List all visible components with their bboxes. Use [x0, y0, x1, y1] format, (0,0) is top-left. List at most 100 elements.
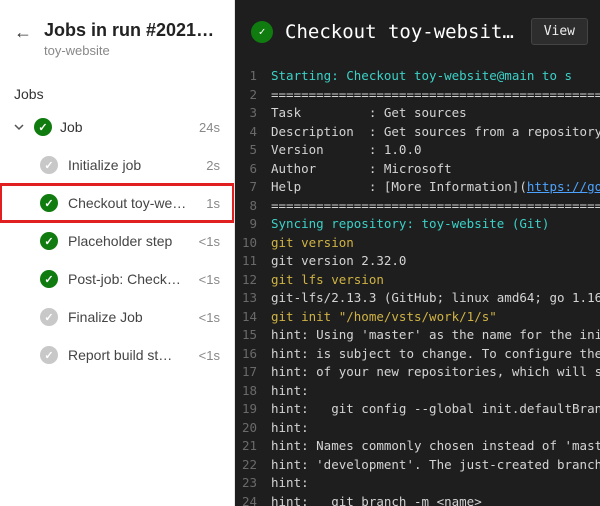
line-text: Starting: Checkout toy-website@main to s	[271, 67, 600, 86]
step-name: Post-job: Check…	[68, 271, 189, 287]
console-line: 12git lfs version	[235, 271, 600, 290]
line-text: hint: Using 'master' as the name for the…	[271, 326, 600, 345]
console-line: 19hint: git config --global init.default…	[235, 400, 600, 419]
console-line: 6Author : Microsoft	[235, 160, 600, 179]
step-row[interactable]: Placeholder step<1s	[0, 222, 234, 260]
line-number: 18	[235, 382, 271, 401]
line-number: 7	[235, 178, 271, 197]
line-number: 24	[235, 493, 271, 506]
console-line: 23hint:	[235, 474, 600, 493]
line-number: 6	[235, 160, 271, 179]
line-text: git version 2.32.0	[271, 252, 600, 271]
line-text: Author : Microsoft	[271, 160, 600, 179]
console-line: 20hint:	[235, 419, 600, 438]
line-number: 2	[235, 86, 271, 105]
check-circle-icon	[40, 270, 58, 288]
console-line: 24hint: git branch -m <name>	[235, 493, 600, 506]
log-title: Checkout toy-website@…	[285, 21, 519, 43]
line-number: 1	[235, 67, 271, 86]
step-name: Placeholder step	[68, 233, 189, 249]
console-line: 9Syncing repository: toy-website (Git)	[235, 215, 600, 234]
line-text: hint: is subject to change. To configure…	[271, 345, 600, 364]
console-line: 5Version : 1.0.0	[235, 141, 600, 160]
line-text: ========================================…	[271, 86, 600, 105]
console-line: 2=======================================…	[235, 86, 600, 105]
step-duration: 2s	[206, 158, 220, 173]
line-text: hint: git branch -m <name>	[271, 493, 600, 506]
console-line: 3Task : Get sources	[235, 104, 600, 123]
line-number: 10	[235, 234, 271, 253]
line-text: hint: 'development'. The just-created br…	[271, 456, 600, 475]
line-text: Description : Get sources from a reposit…	[271, 123, 600, 142]
check-circle-icon	[251, 21, 273, 43]
step-list: Initialize job 2s Checkout toy-we… 1s Placeh…	[0, 146, 234, 374]
line-text: hint: of your new repositories, which wi…	[271, 363, 600, 382]
console-line: 11git version 2.32.0	[235, 252, 600, 271]
line-text: hint: git config --global init.defaultBr…	[271, 400, 600, 419]
page-title: Jobs in run #20210…	[44, 20, 220, 41]
console-line: 8=======================================…	[235, 197, 600, 216]
console-line: 14git init "/home/vsts/work/1/s"	[235, 308, 600, 327]
line-text: Syncing repository: toy-website (Git)	[271, 215, 600, 234]
line-text: ========================================…	[271, 197, 600, 216]
line-number: 12	[235, 271, 271, 290]
line-number: 13	[235, 289, 271, 308]
line-number: 4	[235, 123, 271, 142]
console-output[interactable]: 1Starting: Checkout toy-website@main to …	[235, 63, 600, 506]
console-line: 22hint: 'development'. The just-created …	[235, 456, 600, 475]
check-circle-gray-icon	[40, 156, 58, 174]
console-line: 17hint: of your new repositories, which …	[235, 363, 600, 382]
check-circle-gray-icon	[40, 308, 58, 326]
console-line: 18hint:	[235, 382, 600, 401]
step-name: Report build st…	[68, 347, 189, 363]
check-circle-gray-icon	[40, 346, 58, 364]
step-duration: <1s	[199, 310, 220, 325]
left-panel: ← Jobs in run #20210… toy-website Jobs J…	[0, 0, 235, 506]
line-text: Help : [More Information](https://go.mic…	[271, 178, 600, 197]
job-duration: 24s	[199, 120, 220, 135]
line-number: 3	[235, 104, 271, 123]
line-number: 21	[235, 437, 271, 456]
step-name: Initialize job	[68, 157, 196, 173]
console-line: 21hint: Names commonly chosen instead of…	[235, 437, 600, 456]
line-number: 9	[235, 215, 271, 234]
console-line: 16hint: is subject to change. To configu…	[235, 345, 600, 364]
view-button[interactable]: View	[531, 18, 588, 45]
job-name: Job	[60, 119, 191, 135]
line-number: 14	[235, 308, 271, 327]
check-circle-icon	[40, 232, 58, 250]
header: ← Jobs in run #20210… toy-website	[0, 0, 234, 66]
back-icon[interactable]: ←	[14, 22, 32, 43]
line-text: hint:	[271, 419, 600, 438]
step-row[interactable]: Post-job: Check… <1s	[0, 260, 234, 298]
right-header: Checkout toy-website@… View	[235, 0, 600, 63]
page-subtitle: toy-website	[44, 43, 220, 58]
step-name: Checkout toy-we…	[68, 195, 196, 211]
chevron-down-icon	[12, 122, 26, 132]
check-circle-icon	[34, 118, 52, 136]
line-number: 20	[235, 419, 271, 438]
line-text: git lfs version	[271, 271, 600, 290]
header-text: Jobs in run #20210… toy-website	[44, 20, 220, 58]
step-row[interactable]: Report build st… <1s	[0, 336, 234, 374]
step-row[interactable]: Checkout toy-we… 1s	[0, 184, 234, 222]
console-line: 13git-lfs/2.13.3 (GitHub; linux amd64; g…	[235, 289, 600, 308]
line-number: 22	[235, 456, 271, 475]
step-row[interactable]: Initialize job 2s	[0, 146, 234, 184]
console-line: 4Description : Get sources from a reposi…	[235, 123, 600, 142]
console-line: 10git version	[235, 234, 600, 253]
step-duration: <1s	[199, 348, 220, 363]
check-circle-icon	[40, 194, 58, 212]
step-duration: 1s	[206, 196, 220, 211]
line-text: git init "/home/vsts/work/1/s"	[271, 308, 600, 327]
line-text: git version	[271, 234, 600, 253]
line-text: hint: Names commonly chosen instead of '…	[271, 437, 600, 456]
step-row[interactable]: Finalize Job <1s	[0, 298, 234, 336]
line-number: 15	[235, 326, 271, 345]
line-text: hint:	[271, 474, 600, 493]
line-number: 23	[235, 474, 271, 493]
step-name: Finalize Job	[68, 309, 189, 325]
job-row[interactable]: Job 24s	[0, 108, 234, 146]
line-number: 19	[235, 400, 271, 419]
step-duration: <1s	[199, 272, 220, 287]
